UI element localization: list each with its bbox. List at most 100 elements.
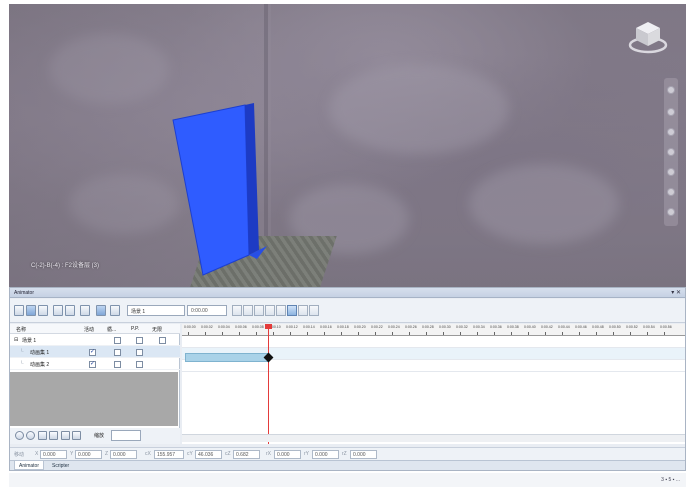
viewport-status-text: C(-2)-B(-4) : F2设备层 (3) bbox=[31, 263, 99, 269]
tick-label: 0:00.24 bbox=[388, 325, 400, 329]
tick-label: 0:00.26 bbox=[405, 325, 417, 329]
infinite-checkbox[interactable] bbox=[159, 337, 166, 344]
tick-mark bbox=[426, 332, 427, 335]
tick-label: 0:00.12 bbox=[286, 325, 298, 329]
view-cube-icon[interactable] bbox=[628, 18, 668, 54]
transform-bar: 移动 X 0.000 Y 0.000 Z 0.000 cX 155.957 cY… bbox=[10, 447, 685, 460]
rz-input[interactable]: 0.000 bbox=[350, 450, 377, 459]
loop-checkbox[interactable] bbox=[114, 349, 121, 356]
capture-keyframe-icon[interactable] bbox=[96, 305, 106, 316]
pp-checkbox[interactable] bbox=[136, 361, 143, 368]
tree-row-scene[interactable]: ⊟ 场景 1 bbox=[10, 334, 180, 346]
tick-label: 0:00.34 bbox=[473, 325, 485, 329]
tick-label: 0:00.06 bbox=[235, 325, 247, 329]
tree-row-label: 动画集 1 bbox=[30, 350, 50, 356]
timeline-scrollbar[interactable] bbox=[182, 434, 685, 442]
steering-wheel-icon[interactable] bbox=[667, 86, 675, 94]
add-scene-icon[interactable] bbox=[14, 305, 24, 316]
tick-mark bbox=[222, 332, 223, 335]
play-reverse-button[interactable] bbox=[254, 305, 264, 316]
3d-viewport[interactable]: C(-2)-B(-4) : F2设备层 (3) bbox=[9, 4, 686, 287]
tick-mark bbox=[596, 332, 597, 335]
tab-animator[interactable]: Animator bbox=[14, 461, 45, 470]
zoom-input[interactable] bbox=[111, 430, 141, 441]
move-down-icon[interactable] bbox=[49, 431, 58, 440]
col-loop[interactable]: 循... bbox=[107, 326, 116, 333]
step-forward-button[interactable] bbox=[298, 305, 308, 316]
tick-label: 0:00.20 bbox=[354, 325, 366, 329]
cy-input[interactable]: 46.036 bbox=[195, 450, 222, 459]
tick-mark bbox=[409, 332, 410, 335]
walk-icon[interactable] bbox=[667, 188, 675, 196]
fly-icon[interactable] bbox=[667, 208, 675, 216]
tab-scripter[interactable]: Scripter bbox=[48, 461, 73, 470]
loop-checkbox[interactable] bbox=[114, 337, 121, 344]
y-label: Y bbox=[70, 451, 74, 457]
tree-branch-icon: └ bbox=[20, 361, 24, 367]
tick-mark bbox=[443, 332, 444, 335]
tick-mark bbox=[664, 332, 665, 335]
active-checkbox[interactable]: ✓ bbox=[89, 349, 96, 356]
navigation-bar[interactable] bbox=[664, 78, 678, 226]
animation-bar[interactable] bbox=[185, 353, 268, 362]
transform-label: 移动 bbox=[14, 452, 25, 458]
look-icon[interactable] bbox=[667, 168, 675, 176]
color-icon[interactable] bbox=[80, 305, 90, 316]
move-up-icon[interactable] bbox=[38, 431, 47, 440]
rewind-button[interactable] bbox=[232, 305, 242, 316]
play-button[interactable] bbox=[287, 305, 297, 316]
time-input[interactable]: 0:00.00 bbox=[187, 305, 227, 316]
tick-mark bbox=[324, 332, 325, 335]
active-checkbox[interactable]: ✓ bbox=[89, 361, 96, 368]
toggle-keys-icon[interactable] bbox=[110, 305, 120, 316]
tick-mark bbox=[358, 332, 359, 335]
step-back-button[interactable] bbox=[243, 305, 253, 316]
loop-checkbox[interactable] bbox=[114, 361, 121, 368]
cx-input[interactable]: 155.957 bbox=[154, 450, 184, 459]
col-active[interactable]: 活动 bbox=[84, 326, 94, 333]
timeline[interactable]: 0:00.00 0:00.02 0:00.04 0:00.06 0:00.08 0:00.… bbox=[182, 324, 685, 444]
scene-select[interactable]: 场景 1 bbox=[127, 305, 185, 316]
stop-button[interactable] bbox=[276, 305, 286, 316]
translate-icon[interactable] bbox=[38, 305, 48, 316]
add-icon[interactable] bbox=[15, 431, 24, 440]
z-input[interactable]: 0.000 bbox=[110, 450, 137, 459]
animation-tree: 名称 活动 循... P.P. 无限 ⊟ 场景 1 └ 动画集 1 ✓ └ 动画… bbox=[10, 324, 180, 444]
tick-label: 0:00.28 bbox=[422, 325, 434, 329]
scale-icon[interactable] bbox=[65, 305, 75, 316]
door-object[interactable] bbox=[9, 4, 686, 287]
tick-label: 0:00.56 bbox=[660, 325, 672, 329]
select-icon[interactable] bbox=[26, 305, 36, 316]
orbit-icon[interactable] bbox=[667, 148, 675, 156]
zoom-in-icon[interactable] bbox=[61, 431, 70, 440]
tick-mark bbox=[392, 332, 393, 335]
col-pp[interactable]: P.P. bbox=[131, 326, 139, 332]
tick-mark bbox=[545, 332, 546, 335]
tree-row-animset-1[interactable]: └ 动画集 1 ✓ bbox=[10, 346, 180, 358]
ry-label: rY bbox=[304, 451, 309, 457]
tree-row-animset-2[interactable]: └ 动画集 2 ✓ bbox=[10, 358, 180, 370]
rotate-icon[interactable] bbox=[53, 305, 63, 316]
tick-label: 0:00.18 bbox=[337, 325, 349, 329]
rx-input[interactable]: 0.000 bbox=[274, 450, 301, 459]
pp-checkbox[interactable] bbox=[136, 349, 143, 356]
pause-button[interactable] bbox=[265, 305, 275, 316]
playhead[interactable] bbox=[268, 324, 269, 444]
col-name[interactable]: 名称 bbox=[16, 326, 26, 333]
panel-controls[interactable]: ▾ ✕ bbox=[671, 289, 681, 296]
x-input[interactable]: 0.000 bbox=[40, 450, 67, 459]
playhead-handle[interactable] bbox=[265, 324, 272, 329]
pan-icon[interactable] bbox=[667, 108, 675, 116]
cz-input[interactable]: 0.682 bbox=[233, 450, 260, 459]
delete-icon[interactable] bbox=[26, 431, 35, 440]
col-infinite[interactable]: 无限 bbox=[152, 326, 162, 333]
pp-checkbox[interactable] bbox=[136, 337, 143, 344]
ry-input[interactable]: 0.000 bbox=[312, 450, 339, 459]
fast-forward-button[interactable] bbox=[309, 305, 319, 316]
tree-toggle-icon[interactable]: ⊟ bbox=[14, 337, 18, 343]
tick-mark bbox=[188, 332, 189, 335]
y-input[interactable]: 0.000 bbox=[75, 450, 102, 459]
zoom-out-icon[interactable] bbox=[72, 431, 81, 440]
zoom-icon[interactable] bbox=[667, 128, 675, 136]
timeline-ruler[interactable]: 0:00.00 0:00.02 0:00.04 0:00.06 0:00.08 0:00.… bbox=[182, 324, 685, 336]
